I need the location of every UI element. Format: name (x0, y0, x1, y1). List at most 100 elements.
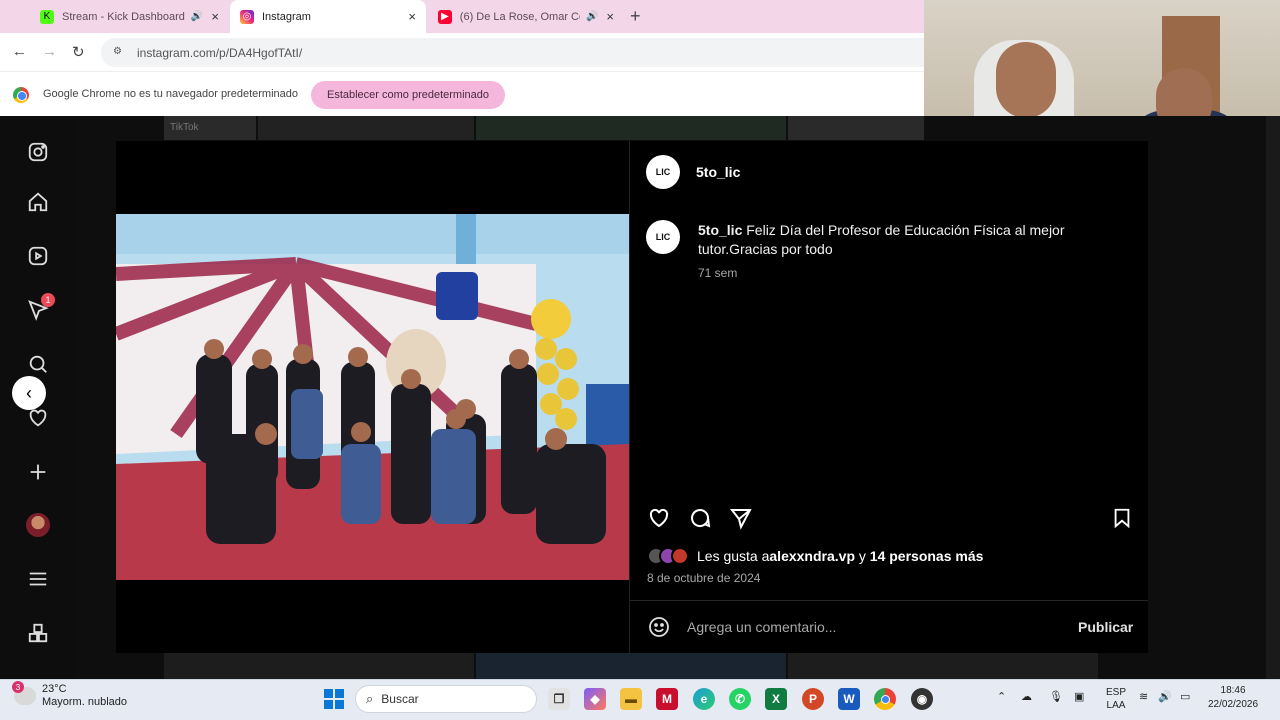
likes-conjunction: y (855, 548, 870, 564)
browser-toolbar: ← → ↻ ⚙ instagram.com/p/DA4HgofTAtI/ (0, 33, 924, 71)
address-bar[interactable]: ⚙ instagram.com/p/DA4HgofTAtI/ (101, 38, 924, 67)
weather-description: Mayorm. nublado (42, 696, 127, 708)
whatsapp-icon[interactable]: ✆ (729, 688, 751, 710)
group-photo-image (116, 214, 629, 580)
page-scrollbar[interactable] (1266, 116, 1280, 679)
caption-timestamp[interactable]: 71 sem (698, 266, 737, 280)
create-plus-icon[interactable] (26, 460, 50, 484)
youtube-icon: ▶ (438, 9, 452, 24)
background-post-thumb (164, 653, 474, 679)
tab-title: (6) De La Rose, Omar Courtz (459, 10, 580, 23)
close-tab-icon[interactable]: × (606, 9, 614, 24)
caption-text: Feliz Día del Profesor de Educación Físi… (698, 222, 1065, 257)
excel-icon[interactable]: X (765, 688, 787, 710)
background-post-thumb (476, 116, 786, 140)
caption-avatar[interactable]: LIC (646, 220, 680, 254)
audio-icon[interactable]: 🔊 (586, 11, 598, 22)
kick-icon: K (40, 9, 54, 24)
background-thumb-label: TikTok (170, 122, 199, 133)
default-browser-infobar: Google Chrome no es tu navegador predete… (0, 71, 924, 116)
powerpoint-icon[interactable]: P (802, 688, 824, 710)
instagram-icon: ◎ (240, 9, 254, 24)
post-photo (116, 214, 629, 580)
system-clock[interactable]: 18:46 22/02/2026 (1208, 684, 1258, 712)
audio-icon[interactable]: 🔊 (191, 11, 203, 22)
clock-time: 18:46 (1220, 685, 1246, 696)
person-left-head (996, 42, 1056, 118)
chrome-taskbar-icon[interactable] (874, 688, 896, 710)
tab-youtube[interactable]: ▶ (6) De La Rose, Omar Courtz 🔊 × (428, 0, 624, 33)
reload-icon[interactable]: ↻ (72, 43, 85, 61)
input-language[interactable]: ESP LAA (1106, 686, 1126, 712)
avatar-image (26, 513, 50, 537)
taskbar-search[interactable]: ⌕ Buscar (355, 685, 537, 713)
cloud-icon: 3 (12, 681, 36, 705)
tab-title: Instagram (262, 10, 311, 23)
likes-prefix: Les gusta a (697, 548, 770, 564)
volume-icon[interactable]: 🔊 (1158, 690, 1172, 703)
onedrive-icon[interactable]: ☁ (1021, 690, 1032, 703)
previous-post-button[interactable]: ‹ (12, 376, 46, 410)
copilot-icon[interactable]: ◆ (584, 688, 606, 710)
like-heart-icon[interactable] (646, 505, 672, 531)
comment-input[interactable]: Agrega un comentario... (687, 619, 836, 635)
clock-date: 22/02/2026 (1208, 699, 1259, 710)
publish-button[interactable]: Publicar (1078, 619, 1133, 635)
battery-icon[interactable]: ▭ (1180, 690, 1190, 703)
language-code: ESP (1106, 687, 1127, 698)
close-tab-icon[interactable]: × (211, 9, 219, 24)
menu-icon[interactable] (26, 567, 50, 591)
url-text: instagram.com/p/DA4HgofTAtI/ (137, 45, 303, 60)
instagram-logo-icon[interactable] (26, 140, 50, 164)
site-info-icon[interactable]: ⚙ (113, 46, 127, 60)
word-icon[interactable]: W (838, 688, 860, 710)
mcafee-icon[interactable]: M (656, 688, 678, 710)
likes-others-count[interactable]: 14 personas más (870, 548, 984, 564)
post-caption: 5to_lic Feliz Día del Profesor de Educac… (698, 221, 1098, 259)
background-post-thumb (788, 653, 1098, 679)
author-avatar[interactable]: LIC (646, 155, 680, 189)
close-tab-icon[interactable]: × (408, 9, 416, 24)
weather-badge: 3 (12, 681, 24, 693)
background-post-thumb (476, 653, 786, 679)
file-explorer-icon[interactable]: ▬ (620, 688, 642, 710)
notification-badge: 1 (41, 293, 55, 307)
more-apps-icon[interactable] (26, 621, 50, 645)
liker-avatar (671, 547, 689, 565)
keyboard-layout: LAA (1106, 700, 1126, 711)
post-author-username[interactable]: 5to_lic (696, 164, 740, 180)
task-view-icon[interactable]: ❐ (548, 688, 570, 710)
share-icon[interactable] (728, 505, 754, 531)
post-date: 8 de octubre de 2024 (647, 571, 761, 585)
search-icon[interactable] (26, 352, 50, 376)
start-windows-icon[interactable] (323, 688, 345, 710)
profile-avatar[interactable] (26, 513, 50, 537)
edge-icon[interactable]: e (693, 688, 715, 710)
back-icon[interactable]: ← (12, 43, 27, 60)
capture-icon[interactable]: ▣ (1074, 690, 1084, 703)
chrome-icon (13, 87, 29, 103)
comment-icon[interactable] (687, 505, 713, 531)
emoji-icon[interactable] (646, 614, 672, 640)
background-post-thumb (258, 116, 474, 140)
tab-kick-dashboard[interactable]: K Stream - Kick Dashboard 🔊 × (30, 0, 232, 33)
new-tab-button[interactable]: + (630, 6, 641, 27)
wifi-icon[interactable]: ≋ (1139, 690, 1148, 703)
likes-summary[interactable]: Les gusta a alexxndra.vp y 14 personas m… (647, 547, 983, 565)
microphone-icon[interactable]: 🎙 (1049, 690, 1063, 703)
save-bookmark-icon[interactable] (1109, 505, 1135, 531)
tab-title: Stream - Kick Dashboard (62, 10, 185, 23)
show-hidden-icons[interactable]: ⌃ (997, 690, 1006, 703)
reels-icon[interactable] (26, 244, 50, 268)
tab-instagram[interactable]: ◎ Instagram × (230, 0, 426, 33)
likes-username[interactable]: alexxndra.vp (769, 548, 855, 564)
obs-icon[interactable]: ◉ (911, 688, 933, 710)
search-icon: ⌕ (366, 691, 374, 706)
home-icon[interactable] (26, 190, 50, 214)
weather-widget[interactable]: 3 23°C Mayorm. nublado (12, 681, 127, 709)
background-post-thumb (788, 116, 924, 140)
set-default-button[interactable]: Establecer como predeterminado (311, 81, 505, 109)
forward-icon[interactable]: → (42, 43, 57, 60)
search-label: Buscar (381, 692, 419, 706)
caption-username[interactable]: 5to_lic (698, 222, 742, 238)
